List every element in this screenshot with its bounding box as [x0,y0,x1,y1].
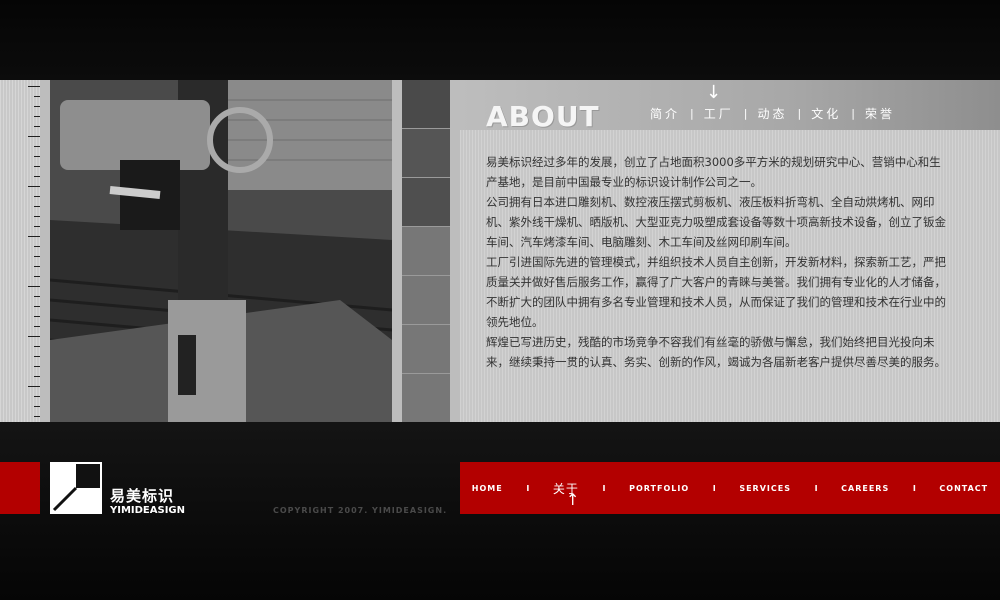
subnav-item-culture[interactable]: 文化 [801,105,851,122]
page-title: ABOUT [486,100,600,133]
ruler-tick [34,346,40,347]
ruler-tick [34,306,40,307]
ruler-tick [34,196,40,197]
thumbnail-slot-4 [402,227,450,276]
logo-name-cn: 易美标识 [110,487,175,505]
ruler-tick [34,266,40,267]
ruler-tick [28,186,40,187]
red-accent-block [0,462,40,514]
nav-separator: I [602,483,606,493]
nav-separator: I [814,483,818,493]
subnav-item-honors[interactable]: 荣誉 [855,105,905,122]
ruler-tick [34,256,40,257]
thumbnail-strip [402,80,450,422]
ruler-tick [34,156,40,157]
thumbnail-slot-7 [402,374,450,422]
ruler-tick [28,136,40,137]
paragraph: 公司拥有日本进口雕刻机、数控液压摆式剪板机、液压板料折弯机、全自动烘烤机、网印机… [486,195,946,249]
logo-name-en: YIMIDEASIGN [110,505,186,516]
ruler-tick [34,316,40,317]
ruler-tick [34,376,40,377]
paragraph: 易美标识经过多年的发展，创立了占地面积3000多平方米的规划研究中心、营销中心和… [486,155,941,189]
ruler-tick [28,336,40,337]
ruler-tick [34,216,40,217]
ruler-tick [34,276,40,277]
sub-navigation: 简介 | 工厂 | 动态 | 文化 | 荣誉 [640,104,905,122]
ruler-tick [34,246,40,247]
subnav-item-intro[interactable]: 简介 [640,105,690,122]
ruler-tick [34,96,40,97]
nav-portfolio[interactable]: PORTFOLIO [629,484,689,493]
ruler-tick [28,286,40,287]
paragraph: 辉煌已写进历史，残酷的市场竞争不容我们有丝毫的骄傲与懈怠，我们始终把目光投向未来… [486,335,946,369]
arrow-up-icon: ↑ [566,490,580,509]
drill-press-image [50,80,392,422]
hero-photo-drill-press [50,80,392,422]
nav-careers[interactable]: CAREERS [841,484,889,493]
about-body-text: 易美标识经过多年的发展，创立了占地面积3000多平方米的规划研究中心、营销中心和… [486,152,948,372]
thumbnail-1[interactable] [402,80,450,129]
main-navigation: HOME I 关于 I PORTFOLIO I SERVICES I CAREE… [460,462,1000,514]
thumbnail-3[interactable] [402,178,450,227]
ruler-tick [28,86,40,87]
ruler-decoration [0,80,40,422]
subnav-item-factory[interactable]: 工厂 [694,105,744,122]
copyright-text: COPYRIGHT 2007. YIMIDEASIGN. [273,506,448,515]
ruler-tick [34,166,40,167]
ruler-tick [34,146,40,147]
ruler-tick [34,126,40,127]
ruler-tick [34,176,40,177]
thumbnail-slot-5 [402,276,450,325]
ruler-tick [34,226,40,227]
nav-separator: I [712,483,716,493]
ruler-tick [34,356,40,357]
ruler-tick [34,206,40,207]
arrow-down-icon: ↓ [706,82,722,103]
paragraph: 工厂引进国际先进的管理模式，并组织技术人员自主创新，开发新材料，探索新工艺，严把… [486,255,946,329]
ruler-tick [34,366,40,367]
ruler-tick [34,396,40,397]
nav-separator: I [912,483,916,493]
subnav-item-news[interactable]: 动态 [747,105,797,122]
thumbnail-2[interactable] [402,129,450,178]
ruler-tick [28,386,40,387]
ruler-tick [34,106,40,107]
thumbnail-slot-6 [402,325,450,374]
ruler-tick [28,236,40,237]
nav-home[interactable]: HOME [472,484,503,493]
nav-contact[interactable]: CONTACT [939,484,988,493]
nav-services[interactable]: SERVICES [739,484,791,493]
logo-mark-icon[interactable] [50,462,102,514]
ruler-tick [34,406,40,407]
ruler-tick [34,326,40,327]
ruler-tick [34,296,40,297]
ruler-tick [34,416,40,417]
ruler-tick [34,116,40,117]
nav-separator: I [526,483,530,493]
